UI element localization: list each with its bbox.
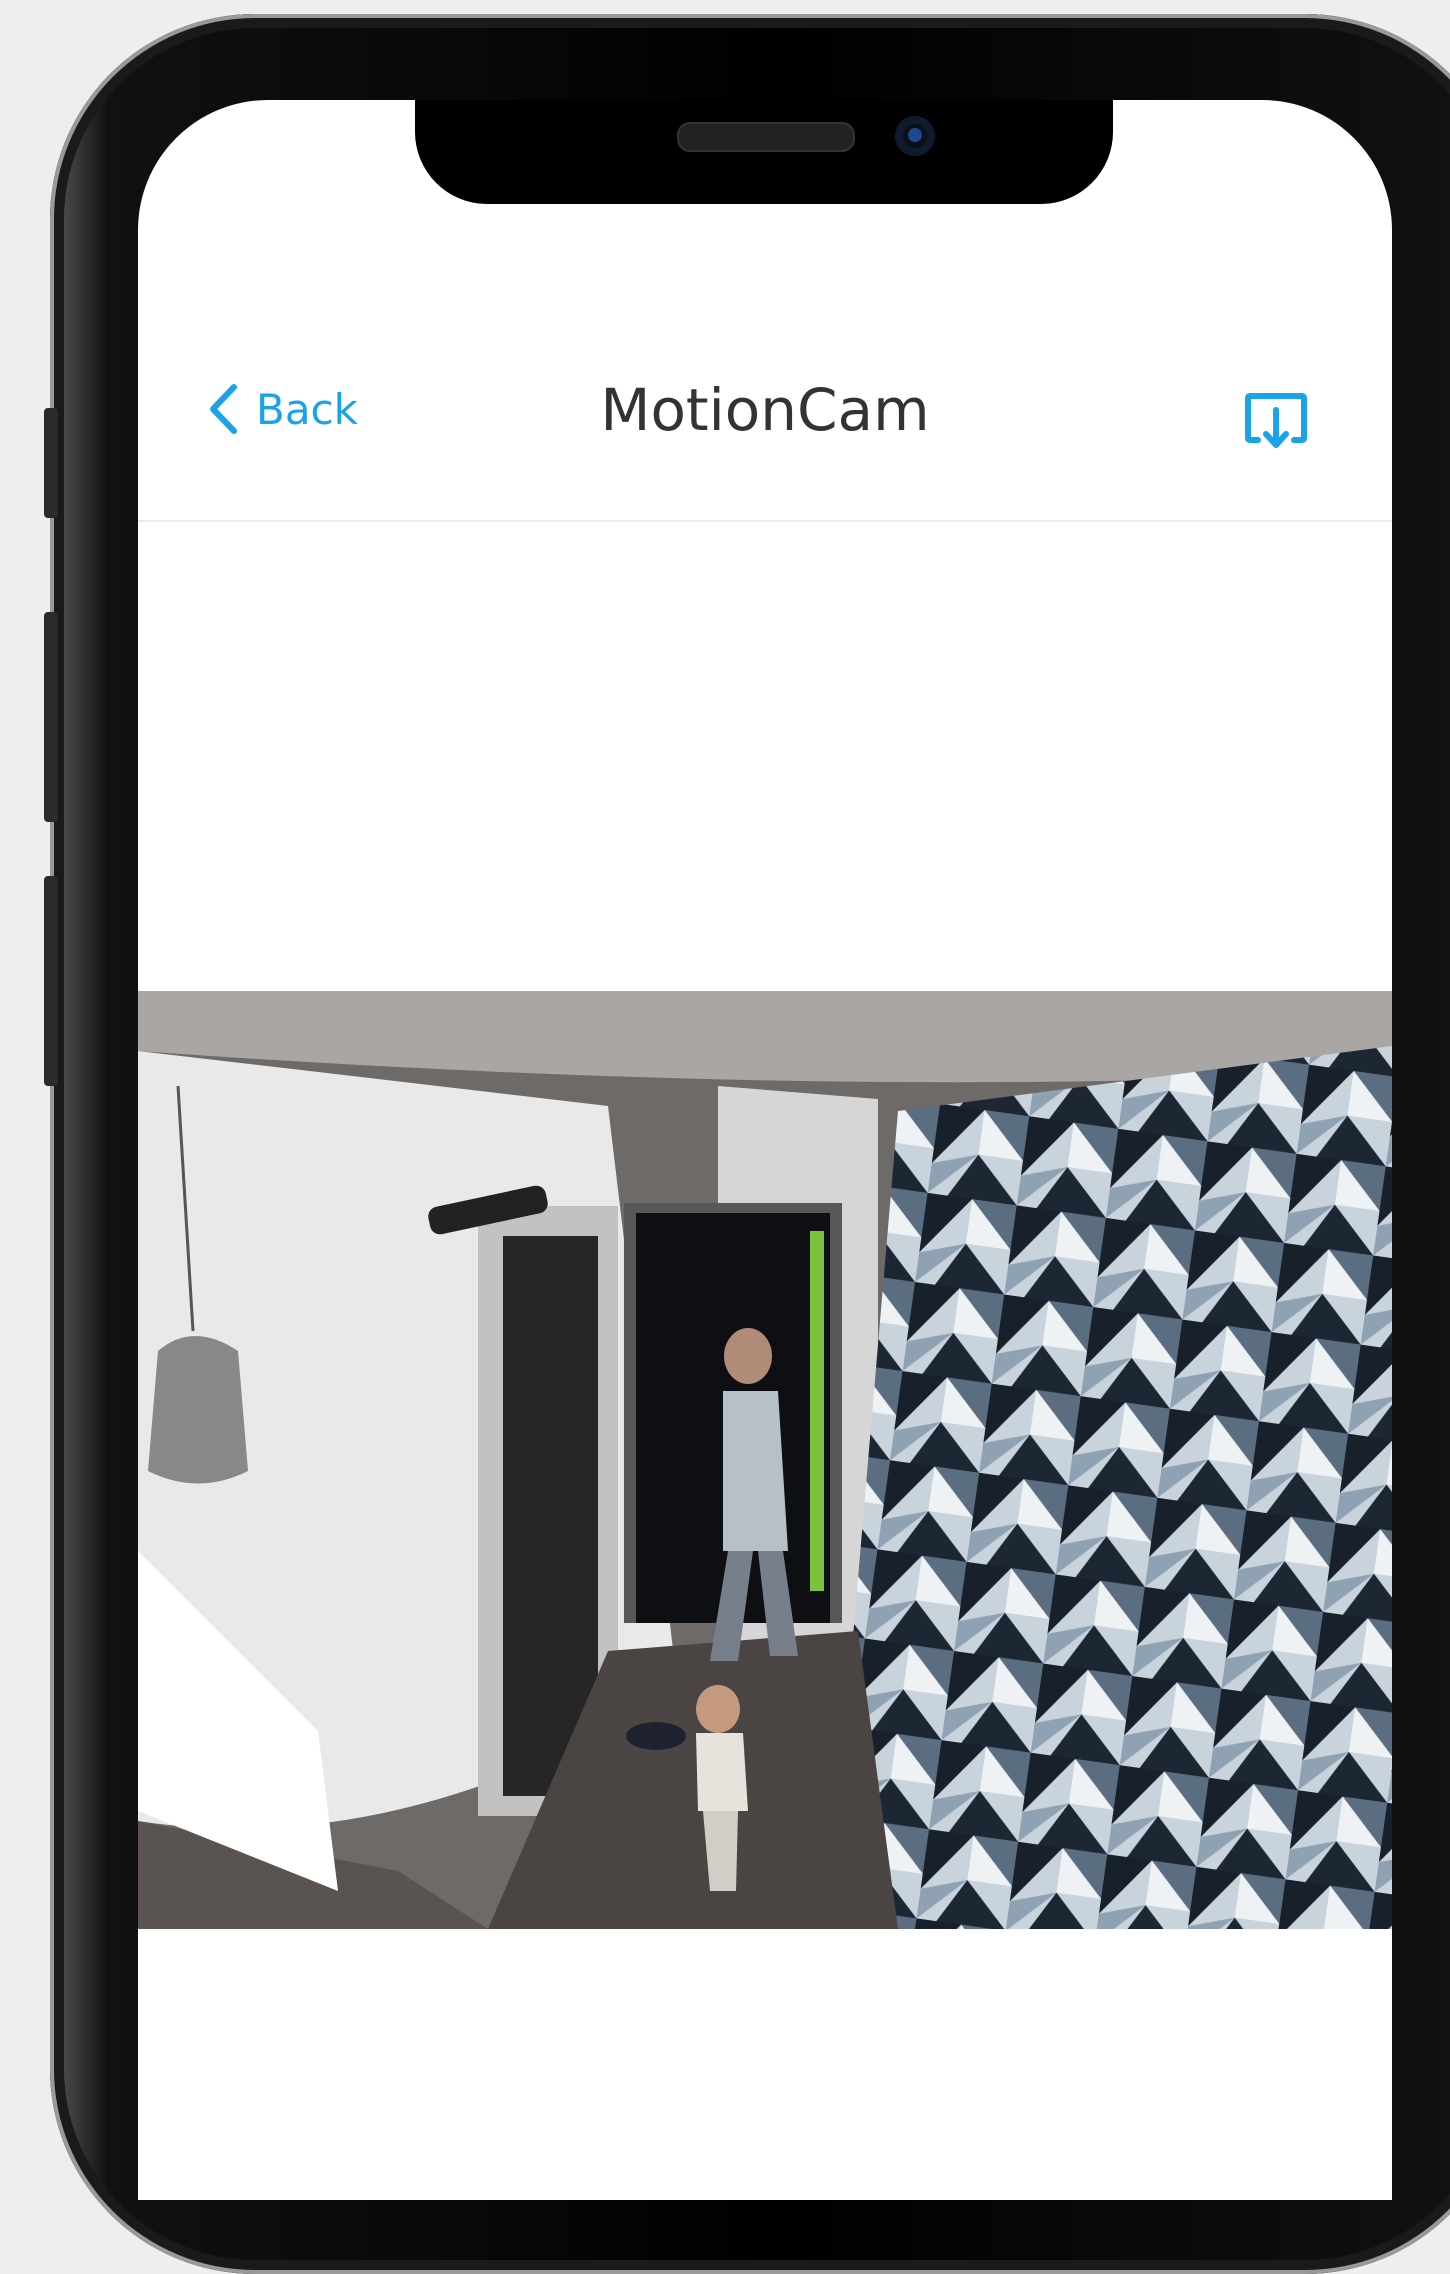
volume-up-button: [44, 612, 58, 822]
navigation-bar: Back MotionCam: [138, 280, 1392, 522]
pendant-lamp: [148, 1336, 248, 1484]
mute-switch: [44, 408, 58, 518]
door-edge: [810, 1231, 824, 1591]
child-head: [696, 1685, 740, 1733]
child-torso: [696, 1733, 748, 1811]
shoes: [626, 1722, 686, 1750]
front-camera: [895, 116, 935, 156]
camera-video-frame[interactable]: [138, 991, 1392, 1929]
phone-notch: [415, 100, 1113, 204]
person-head: [724, 1328, 772, 1384]
app-screen: Back MotionCam: [138, 100, 1392, 2200]
page-title: MotionCam: [600, 376, 930, 444]
volume-down-button: [44, 876, 58, 1086]
patterned-wall: [828, 1046, 1392, 1929]
download-icon[interactable]: [1244, 390, 1308, 450]
person-torso: [723, 1391, 788, 1551]
earpiece-speaker: [677, 122, 855, 152]
